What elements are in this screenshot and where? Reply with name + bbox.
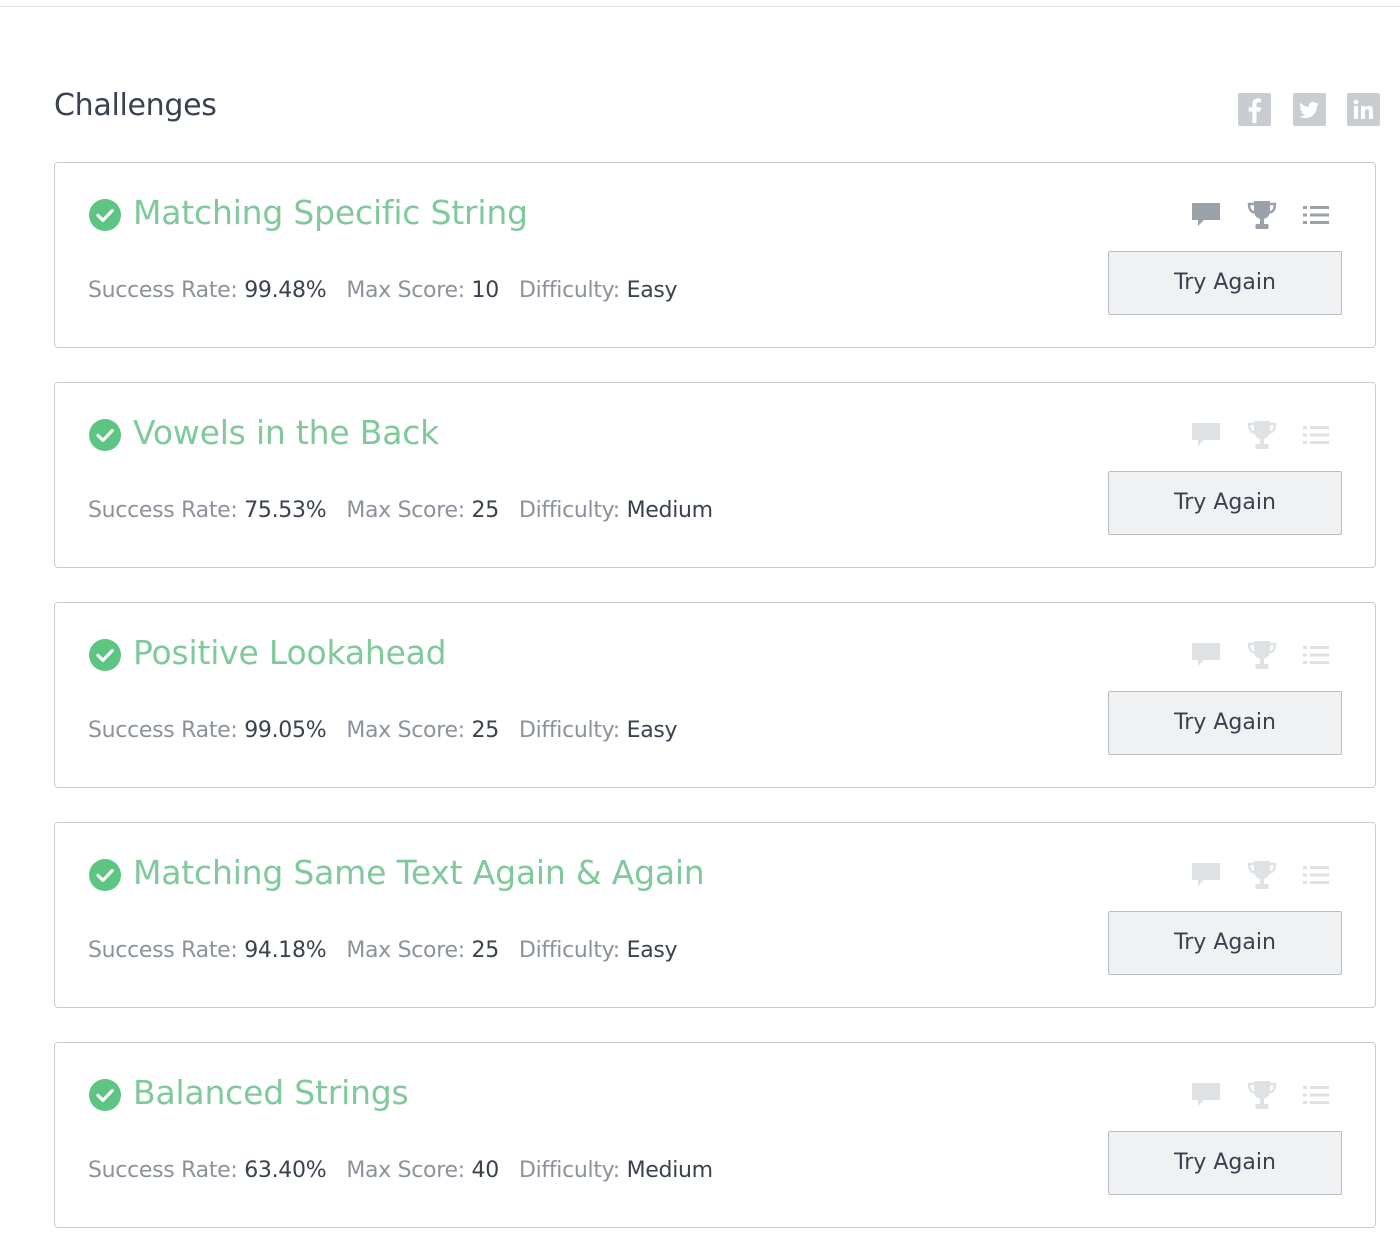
- max-score: Max Score: 40: [346, 1158, 499, 1183]
- challenge-card: Positive Lookahead Success Rate: 99.05% Ma…: [54, 602, 1376, 788]
- max-score: Max Score: 25: [346, 718, 499, 743]
- success-rate-label: Success Rate:: [88, 498, 238, 523]
- page-header: Challenges: [54, 82, 1400, 138]
- difficulty-value: Easy: [626, 718, 678, 743]
- linkedin-icon: [1353, 99, 1373, 119]
- list-icon[interactable]: [1299, 1079, 1333, 1111]
- max-score-value: 25: [471, 498, 500, 523]
- discussion-icon[interactable]: [1189, 199, 1223, 231]
- success-rate: Success Rate: 75.53%: [88, 498, 327, 523]
- difficulty: Difficulty: Easy: [518, 938, 678, 963]
- challenge-card: Matching Same Text Again & Again Success …: [54, 822, 1376, 1008]
- max-score-label: Max Score:: [346, 718, 465, 743]
- success-rate-label: Success Rate:: [88, 278, 238, 303]
- try-again-button[interactable]: Try Again: [1108, 1131, 1342, 1195]
- success-rate-value: 75.53%: [244, 498, 327, 523]
- check-circle-icon: [89, 1079, 121, 1111]
- trophy-icon[interactable]: [1245, 1079, 1279, 1111]
- facebook-share-button[interactable]: [1238, 93, 1271, 126]
- success-rate-value: 99.48%: [244, 278, 327, 303]
- facebook-icon: [1248, 98, 1261, 123]
- difficulty: Difficulty: Medium: [519, 498, 713, 523]
- success-rate: Success Rate: 63.40%: [88, 1158, 327, 1183]
- discussion-icon[interactable]: [1189, 639, 1223, 671]
- challenge-stats: Success Rate: 75.53% Max Score: 25 Difficu…: [88, 498, 733, 523]
- try-again-button[interactable]: Try Again: [1108, 471, 1342, 535]
- check-circle-icon: [89, 859, 121, 891]
- max-score-label: Max Score:: [346, 278, 465, 303]
- list-icon[interactable]: [1299, 859, 1333, 891]
- list-icon[interactable]: [1299, 419, 1333, 451]
- max-score-label: Max Score:: [346, 498, 465, 523]
- difficulty: Difficulty: Easy: [518, 718, 678, 743]
- difficulty-label: Difficulty:: [518, 1158, 620, 1183]
- max-score-label: Max Score:: [346, 1158, 465, 1183]
- check-circle-icon: [89, 419, 121, 451]
- difficulty-label: Difficulty:: [518, 718, 620, 743]
- trophy-icon[interactable]: [1245, 859, 1279, 891]
- success-rate-label: Success Rate:: [88, 938, 238, 963]
- success-rate-value: 99.05%: [244, 718, 327, 743]
- challenge-title-link[interactable]: Matching Specific String: [133, 193, 528, 232]
- success-rate: Success Rate: 94.18%: [88, 938, 327, 963]
- page-title: Challenges: [54, 88, 217, 123]
- success-rate: Success Rate: 99.48%: [88, 278, 327, 303]
- max-score-value: 40: [471, 1158, 500, 1183]
- check-circle-icon: [89, 639, 121, 671]
- success-rate-value: 63.40%: [244, 1158, 327, 1183]
- challenge-stats: Success Rate: 99.05% Max Score: 25 Difficu…: [88, 718, 697, 743]
- check-circle-icon: [89, 199, 121, 231]
- difficulty-value: Easy: [626, 938, 678, 963]
- success-rate-value: 94.18%: [244, 938, 327, 963]
- challenge-title-link[interactable]: Vowels in the Back: [133, 413, 439, 452]
- max-score-label: Max Score:: [346, 938, 465, 963]
- success-rate: Success Rate: 99.05%: [88, 718, 327, 743]
- difficulty: Difficulty: Medium: [519, 1158, 713, 1183]
- difficulty-value: Medium: [626, 1158, 713, 1183]
- challenge-title-link[interactable]: Balanced Strings: [133, 1073, 409, 1112]
- trophy-icon[interactable]: [1245, 199, 1279, 231]
- challenge-card: Balanced Strings Success Rate: 63.40% Max …: [54, 1042, 1376, 1228]
- try-again-button[interactable]: Try Again: [1108, 691, 1342, 755]
- challenge-title-link[interactable]: Matching Same Text Again & Again: [133, 853, 705, 892]
- linkedin-share-button[interactable]: [1347, 93, 1380, 126]
- success-rate-label: Success Rate:: [88, 1158, 238, 1183]
- challenge-stats: Success Rate: 63.40% Max Score: 40 Difficu…: [88, 1158, 733, 1183]
- list-icon[interactable]: [1299, 639, 1333, 671]
- top-divider: [0, 6, 1400, 7]
- max-score: Max Score: 10: [346, 278, 499, 303]
- twitter-icon: [1299, 101, 1319, 119]
- challenge-stats: Success Rate: 99.48% Max Score: 10 Difficu…: [88, 278, 697, 303]
- challenge-title-link[interactable]: Positive Lookahead: [133, 633, 447, 672]
- difficulty-label: Difficulty:: [518, 278, 620, 303]
- challenge-card: Matching Specific String Success Rate: 99…: [54, 162, 1376, 348]
- twitter-share-button[interactable]: [1293, 93, 1326, 126]
- difficulty: Difficulty: Easy: [518, 278, 678, 303]
- trophy-icon[interactable]: [1245, 639, 1279, 671]
- difficulty-label: Difficulty:: [518, 938, 620, 963]
- success-rate-label: Success Rate:: [88, 718, 238, 743]
- challenge-card: Vowels in the Back Success Rate: 75.53% Ma…: [54, 382, 1376, 568]
- discussion-icon[interactable]: [1189, 419, 1223, 451]
- difficulty-label: Difficulty:: [518, 498, 620, 523]
- max-score-value: 10: [471, 278, 500, 303]
- trophy-icon[interactable]: [1245, 419, 1279, 451]
- try-again-button[interactable]: Try Again: [1108, 251, 1342, 315]
- difficulty-value: Medium: [626, 498, 713, 523]
- discussion-icon[interactable]: [1189, 859, 1223, 891]
- difficulty-value: Easy: [626, 278, 678, 303]
- max-score: Max Score: 25: [346, 938, 499, 963]
- challenge-stats: Success Rate: 94.18% Max Score: 25 Difficu…: [88, 938, 697, 963]
- max-score-value: 25: [471, 938, 500, 963]
- try-again-button[interactable]: Try Again: [1108, 911, 1342, 975]
- max-score-value: 25: [471, 718, 500, 743]
- max-score: Max Score: 25: [346, 498, 499, 523]
- discussion-icon[interactable]: [1189, 1079, 1223, 1111]
- list-icon[interactable]: [1299, 199, 1333, 231]
